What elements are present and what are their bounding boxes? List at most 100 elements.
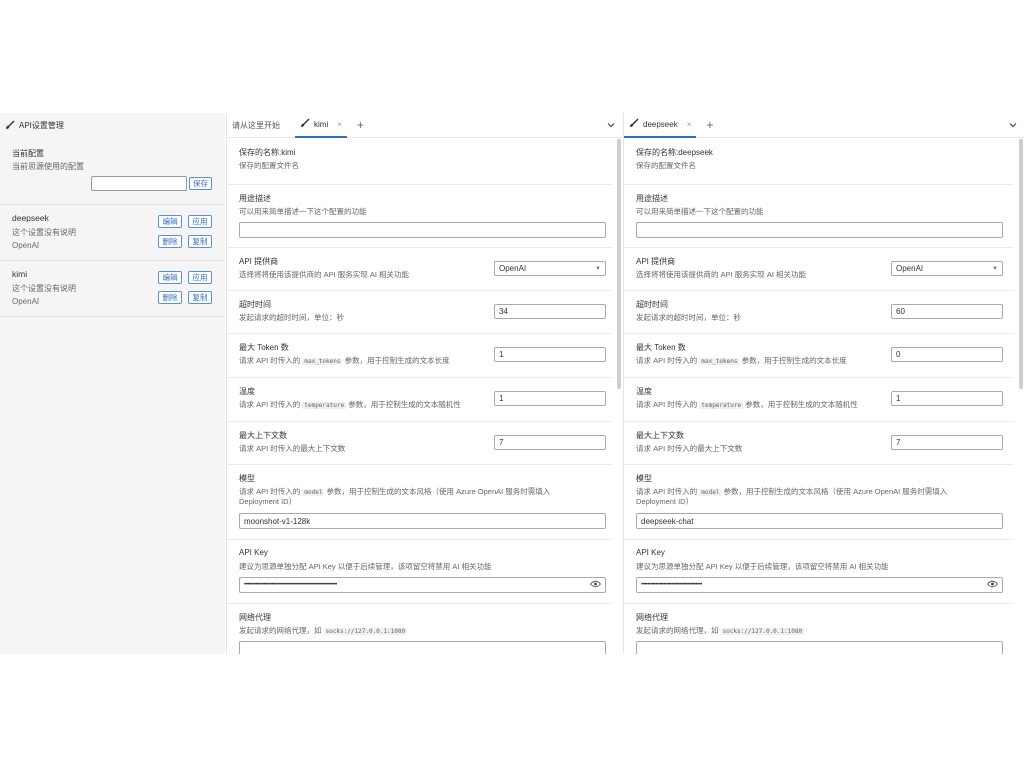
code-snippet: max_tokens: [699, 358, 740, 365]
setting-label: 网络代理: [239, 613, 271, 622]
editor-pane-kimi: 请从这里开始 kimi × + 保存的名称:kimi 保存的配置文件名 用途描述: [226, 113, 622, 654]
setting-label: 超时时间: [239, 300, 271, 309]
temperature-input[interactable]: [494, 391, 606, 406]
setting-desc: 发起请求的超时时间，单位：秒: [239, 313, 344, 322]
setting-max-context: 最大上下文数 请求 API 时传入的最大上下文数: [624, 422, 1014, 465]
settings-form: 保存的名称:deepseek 保存的配置文件名 用途描述 可以用来简单描述一下这…: [624, 139, 1014, 654]
tab-label: deepseek: [643, 119, 678, 129]
model-input[interactable]: [239, 513, 606, 529]
copy-config-button[interactable]: 复制: [188, 235, 212, 248]
close-icon[interactable]: ×: [687, 120, 692, 129]
purpose-input[interactable]: [239, 222, 606, 238]
setting-desc: 选择将将使用该提供商的 API 服务实现 AI 相关功能: [239, 270, 410, 279]
setting-label: 模型: [636, 474, 652, 483]
chevron-down-icon[interactable]: [1008, 120, 1018, 132]
config-manager-title: API设置管理: [19, 121, 64, 130]
setting-desc: 发起请求的网络代理，如 socks://127.0.0.1:1080: [239, 626, 408, 635]
config-item-kimi: kimi 这个设置没有说明 OpenAI 编辑 应用 删除 复制: [0, 261, 225, 317]
setting-label: 最大上下文数: [636, 431, 684, 440]
edit-config-button[interactable]: 编辑: [158, 215, 182, 228]
copy-config-button[interactable]: 复制: [188, 291, 212, 304]
config-manager-header: API设置管理: [0, 113, 225, 138]
setting-desc: 请求 API 时传入的 temperature 参数，用于控制生成的文本随机性: [239, 400, 461, 409]
timeout-input[interactable]: [494, 304, 606, 319]
current-config-input[interactable]: [91, 176, 187, 191]
setting-label: 温度: [636, 387, 652, 396]
eye-icon[interactable]: [589, 580, 602, 590]
tab-kimi[interactable]: kimi ×: [295, 113, 347, 138]
setting-label: API Key: [239, 548, 268, 557]
setting-max-context: 最大上下文数 请求 API 时传入的最大上下文数: [227, 422, 612, 465]
setting-desc: 保存的配置文件名: [239, 161, 299, 170]
setting-label: API 提供商: [636, 257, 676, 266]
setting-label: 温度: [239, 387, 255, 396]
max-context-input[interactable]: [891, 435, 1003, 450]
setting-desc: 请求 API 时传入的 max_tokens 参数，用于控制生成的文本长度: [239, 356, 450, 365]
save-current-config-button[interactable]: 保存: [189, 177, 212, 190]
provider-select-value: OpenAI: [499, 264, 527, 273]
timeout-input[interactable]: [891, 304, 1003, 319]
proxy-input[interactable]: [636, 641, 1003, 654]
tab-bar: 请从这里开始 kimi × +: [227, 113, 622, 138]
setting-timeout: 超时时间 发起请求的超时时间，单位：秒: [624, 291, 1014, 334]
temperature-input[interactable]: [891, 391, 1003, 406]
setting-label: 最大 Token 数: [239, 343, 289, 352]
setting-desc-line2: Deployment ID）: [636, 497, 694, 506]
delete-config-button[interactable]: 删除: [158, 235, 182, 248]
setting-desc-line2: Deployment ID）: [239, 497, 297, 506]
setting-desc: 可以用来简单描述一下这个配置的功能: [239, 207, 367, 216]
setting-max-tokens: 最大 Token 数 请求 API 时传入的 max_tokens 参数，用于控…: [227, 334, 612, 378]
tab-label: 请从这里开始: [232, 120, 280, 130]
new-tab-button[interactable]: +: [706, 118, 713, 132]
setting-label: 用途描述: [636, 194, 668, 203]
config-desc: 这个设置没有说明: [12, 228, 76, 237]
setting-desc: 可以用来简单描述一下这个配置的功能: [636, 207, 764, 216]
api-key-input[interactable]: ••••••••••••••••••••••••••••••••••••••••…: [239, 577, 606, 593]
api-key-value: ••••••••••••••••••••••••••••••••••••••••…: [244, 582, 337, 588]
setting-model: 模型 请求 API 时传入的 model 参数，用于控制生成的文本风格（使用 A…: [624, 465, 1014, 540]
setting-provider: API 提供商 选择将将使用该提供商的 API 服务实现 AI 相关功能 Ope…: [227, 248, 612, 291]
setting-desc: 请求 API 时传入的最大上下文数: [239, 444, 346, 453]
setting-model: 模型 请求 API 时传入的 model 参数，用于控制生成的文本风格（使用 A…: [227, 465, 612, 540]
apply-config-button[interactable]: 应用: [188, 271, 212, 284]
config-name: kimi: [12, 269, 28, 279]
close-icon[interactable]: ×: [337, 120, 342, 129]
setting-desc: 建议为思源单独分配 API Key 以便于后续管理，该项留空将禁用 AI 相关功…: [239, 562, 492, 571]
apply-config-button[interactable]: 应用: [188, 215, 212, 228]
setting-desc: 选择将将使用该提供商的 API 服务实现 AI 相关功能: [636, 270, 807, 279]
setting-provider: API 提供商 选择将将使用该提供商的 API 服务实现 AI 相关功能 Ope…: [624, 248, 1014, 291]
code-snippet: model: [302, 489, 325, 496]
max-tokens-input[interactable]: [891, 347, 1003, 362]
scrollbar[interactable]: [617, 139, 621, 389]
dropdown-arrow-icon: ▼: [992, 265, 998, 272]
setting-purpose: 用途描述 可以用来简单描述一下这个配置的功能: [624, 185, 1014, 248]
delete-config-button[interactable]: 删除: [158, 291, 182, 304]
provider-select[interactable]: OpenAI ▼: [494, 261, 606, 276]
chevron-down-icon[interactable]: [606, 120, 616, 132]
config-manager-panel: API设置管理 当前配置 当前思源使用的配置 保存 deepseek 这个设置没…: [0, 113, 225, 654]
edit-config-button[interactable]: 编辑: [158, 271, 182, 284]
max-tokens-input[interactable]: [494, 347, 606, 362]
provider-select[interactable]: OpenAI ▼: [891, 261, 1003, 276]
tab-start[interactable]: 请从这里开始: [227, 113, 285, 138]
config-name: deepseek: [12, 213, 49, 223]
app-window: API设置管理 当前配置 当前思源使用的配置 保存 deepseek 这个设置没…: [0, 113, 1024, 654]
setting-purpose: 用途描述 可以用来简单描述一下这个配置的功能: [227, 185, 612, 248]
tab-label: kimi: [314, 119, 329, 129]
setting-proxy: 网络代理 发起请求的网络代理，如 socks://127.0.0.1:1080: [624, 604, 1014, 654]
tab-bar: deepseek × +: [624, 113, 1024, 138]
purpose-input[interactable]: [636, 222, 1003, 238]
setting-timeout: 超时时间 发起请求的超时时间，单位：秒: [227, 291, 612, 334]
scrollbar[interactable]: [1019, 139, 1023, 389]
setting-desc: 请求 API 时传入的 max_tokens 参数，用于控制生成的文本长度: [636, 356, 847, 365]
proxy-input[interactable]: [239, 641, 606, 654]
tab-deepseek[interactable]: deepseek ×: [624, 113, 697, 138]
new-tab-button[interactable]: +: [357, 118, 364, 132]
api-key-input[interactable]: ••••••••••••••••••••••••••••••••••••••: [636, 577, 1003, 593]
setting-label: API Key: [636, 548, 665, 557]
editor-pane-deepseek: deepseek × + 保存的名称:deepseek 保存的配置文件名 用途描…: [623, 113, 1024, 654]
model-input[interactable]: [636, 513, 1003, 529]
max-context-input[interactable]: [494, 435, 606, 450]
code-snippet: temperature: [302, 402, 347, 409]
eye-icon[interactable]: [986, 580, 999, 590]
